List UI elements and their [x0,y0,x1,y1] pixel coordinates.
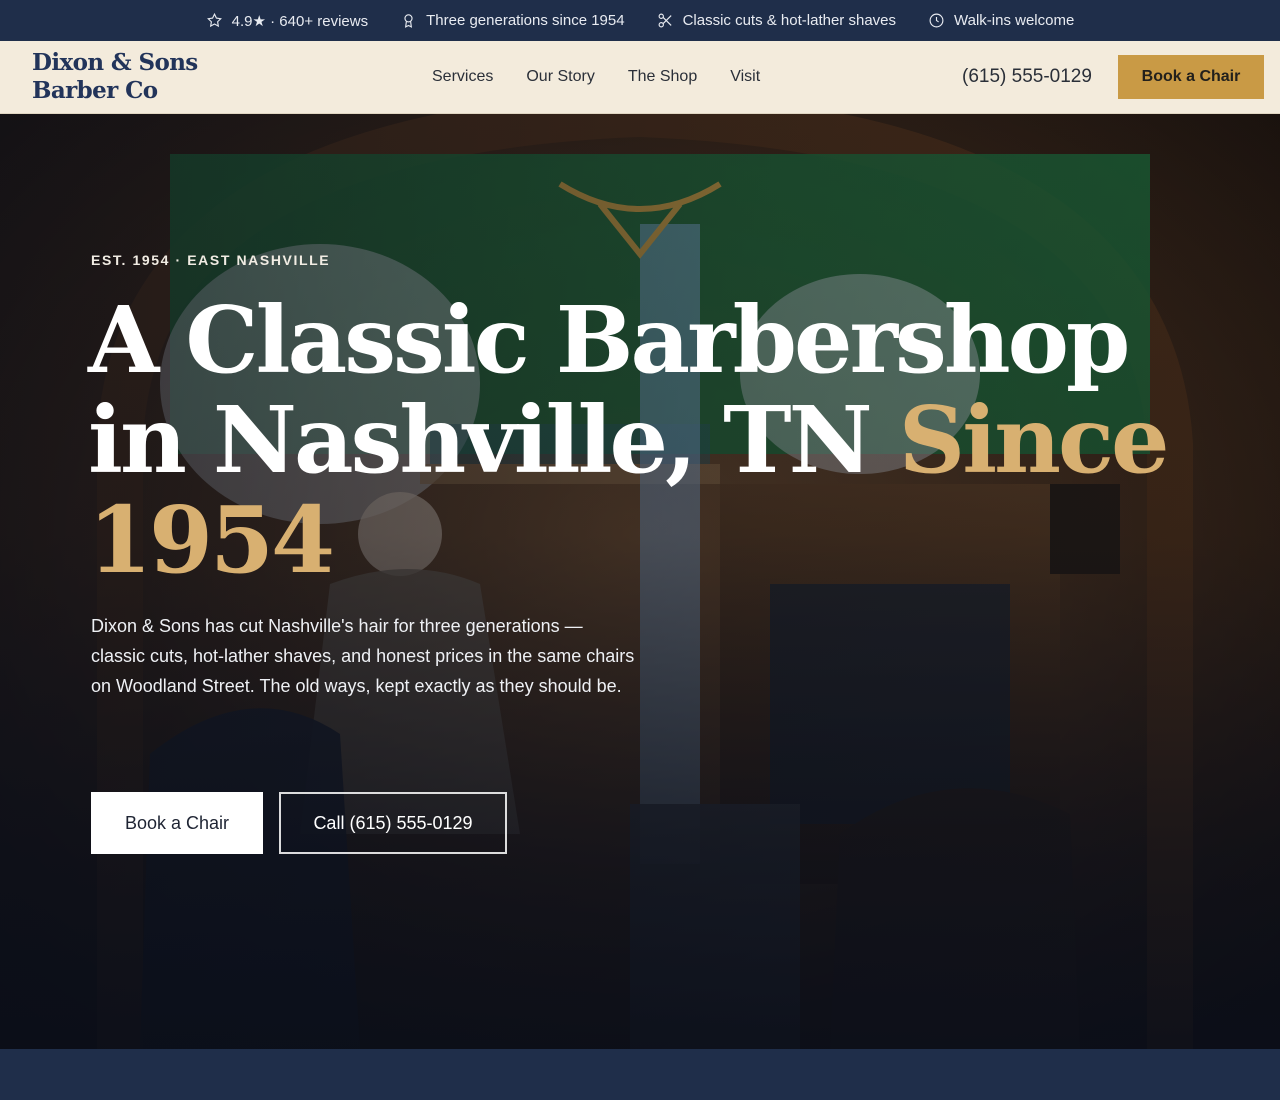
scissors-icon [658,13,672,28]
award-icon [404,14,413,28]
hero-eyebrow: EST. 1954 · EAST NASHVILLE [91,252,331,268]
topbar-generations-text: Three generations since 1954 [426,12,625,29]
hero-section: EST. 1954 · EAST NASHVILLE A Classic Bar… [0,114,1280,1049]
topbar-item-reviews: 4.9★ · 640+ reviews [206,12,368,30]
topbar-services-text: Classic cuts & hot-lather shaves [682,12,896,29]
star-icon [206,12,222,28]
topbar-item-generations: Three generations since 1954 [400,12,625,29]
hero-headline: A Classic Barbershop in Nashville, TN Si… [88,290,1208,590]
nav-link-visit[interactable]: Visit [730,68,760,86]
topbar-item-walkins: Walk-ins welcome [928,12,1074,29]
topbar-item-services: Classic cuts & hot-lather shaves [657,12,896,29]
topbar-reviews-text: 4.9★ · 640+ reviews [231,12,369,30]
site-header: Dixon & Sons Barber Co Services Our Stor… [0,41,1280,114]
hero-lead-paragraph: Dixon & Sons has cut Nashville's hair fo… [91,616,635,696]
logo-line-1: Dixon & Sons [32,49,198,76]
book-chair-header-button[interactable]: Book a Chair [1118,55,1264,99]
call-phone-hero-button[interactable]: Call (615) 555-0129 [279,792,507,854]
book-chair-hero-button[interactable]: Book a Chair [91,792,263,854]
nav-link-our-story[interactable]: Our Story [526,68,594,86]
logo[interactable]: Dixon & Sons Barber Co [32,49,232,105]
logo-line-2: Barber Co [32,77,158,104]
topbar-walkins-text: Walk-ins welcome [954,12,1075,29]
main-nav: Services Our Story The Shop Visit [432,41,760,113]
next-section-edge [0,1049,1280,1100]
nav-link-services[interactable]: Services [432,68,493,86]
announcement-bar: 4.9★ · 640+ reviews Three generations si… [0,0,1280,41]
header-phone-link[interactable]: (615) 555-0129 [962,41,1092,113]
clock-icon [929,13,944,28]
nav-link-the-shop[interactable]: The Shop [628,68,697,86]
